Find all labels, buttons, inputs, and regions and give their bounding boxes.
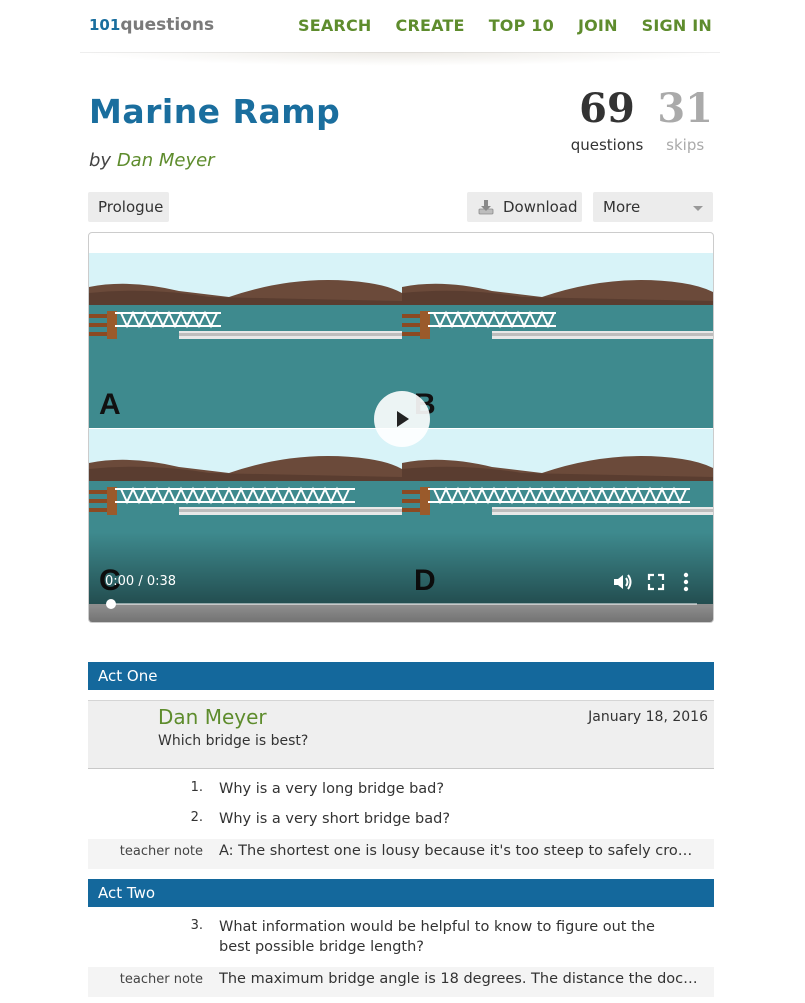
section-act-two: Act Two: [88, 879, 714, 907]
site-logo[interactable]: 101questions: [89, 15, 214, 35]
teacher-note-text: The maximum bridge angle is 18 degrees. …: [219, 971, 699, 987]
comment-date: January 18, 2016: [588, 709, 708, 725]
more-label: More: [603, 198, 641, 216]
author-link[interactable]: Dan Meyer: [117, 150, 215, 171]
question-number: 2.: [190, 810, 203, 825]
byline-prefix: by: [89, 150, 112, 171]
comment-text: Which bridge is best?: [158, 733, 309, 749]
teacher-note[interactable]: teacher note The maximum bridge angle is…: [88, 967, 714, 997]
comment: Dan Meyer January 18, 2016 Which bridge …: [88, 700, 714, 769]
volume-icon[interactable]: [612, 572, 634, 592]
question-text[interactable]: What information would be helpful to kno…: [219, 917, 689, 957]
logo-number: 101: [89, 16, 121, 34]
question-number: 1.: [190, 780, 203, 795]
teacher-note-label: teacher note: [119, 972, 203, 987]
question-item: 2. Why is a very short bridge bad?: [88, 809, 714, 831]
more-dropdown[interactable]: More: [593, 192, 713, 222]
header-shadow: [80, 52, 720, 66]
skips-count: 31: [657, 85, 713, 132]
page-title: Marine Ramp: [89, 92, 341, 131]
download-button[interactable]: Download: [467, 192, 582, 222]
panel-label-a: A: [99, 388, 121, 421]
nav-create[interactable]: CREATE: [396, 16, 465, 35]
question-item: 3. What information would be helpful to …: [88, 917, 714, 959]
more-options-icon[interactable]: [678, 572, 694, 592]
nav-join[interactable]: JOIN: [578, 16, 618, 35]
question-item: 1. Why is a very long bridge bad?: [88, 779, 714, 801]
video-progress-bar[interactable]: [106, 599, 697, 609]
teacher-note-label: teacher note: [119, 844, 203, 859]
nav-search[interactable]: SEARCH: [298, 16, 372, 35]
main-nav: SEARCH CREATE TOP 10 JOIN SIGN IN: [298, 16, 712, 35]
download-label: Download: [503, 198, 578, 216]
question-text[interactable]: Why is a very long bridge bad?: [219, 779, 689, 799]
comment-author[interactable]: Dan Meyer: [158, 705, 267, 729]
question-number: 3.: [190, 918, 203, 933]
fullscreen-icon[interactable]: [646, 572, 666, 592]
questions-count: 69: [579, 85, 635, 132]
chevron-down-icon: [693, 205, 703, 211]
teacher-note[interactable]: teacher note A: The shortest one is lous…: [88, 839, 714, 869]
prologue-label: Prologue: [98, 198, 164, 216]
panel-a: A: [89, 253, 402, 428]
questions-stat: 69 questions: [571, 84, 644, 154]
question-text[interactable]: Why is a very short bridge bad?: [219, 809, 689, 829]
progress-knob[interactable]: [106, 599, 116, 609]
section-act-one: Act One: [88, 662, 714, 690]
teacher-note-text: A: The shortest one is lousy because it'…: [219, 843, 699, 859]
panel-b: B: [402, 253, 713, 428]
play-button[interactable]: [374, 391, 430, 447]
video-time: 0:00 / 0:38: [105, 574, 177, 589]
byline: by Dan Meyer: [89, 150, 215, 171]
nav-sign-in[interactable]: SIGN IN: [642, 16, 712, 35]
video-player[interactable]: A B C D: [88, 232, 714, 623]
logo-word: questions: [120, 15, 215, 35]
site-header: 101questions SEARCH CREATE TOP 10 JOIN S…: [0, 0, 805, 54]
download-icon: [477, 198, 495, 216]
prologue-button[interactable]: Prologue: [88, 192, 169, 222]
skips-stat: 31 skips: [657, 84, 713, 154]
stats: 69 questions 31 skips: [571, 84, 713, 154]
questions-label: questions: [570, 136, 644, 154]
skips-label: skips: [666, 136, 705, 154]
nav-top-10[interactable]: TOP 10: [489, 16, 554, 35]
